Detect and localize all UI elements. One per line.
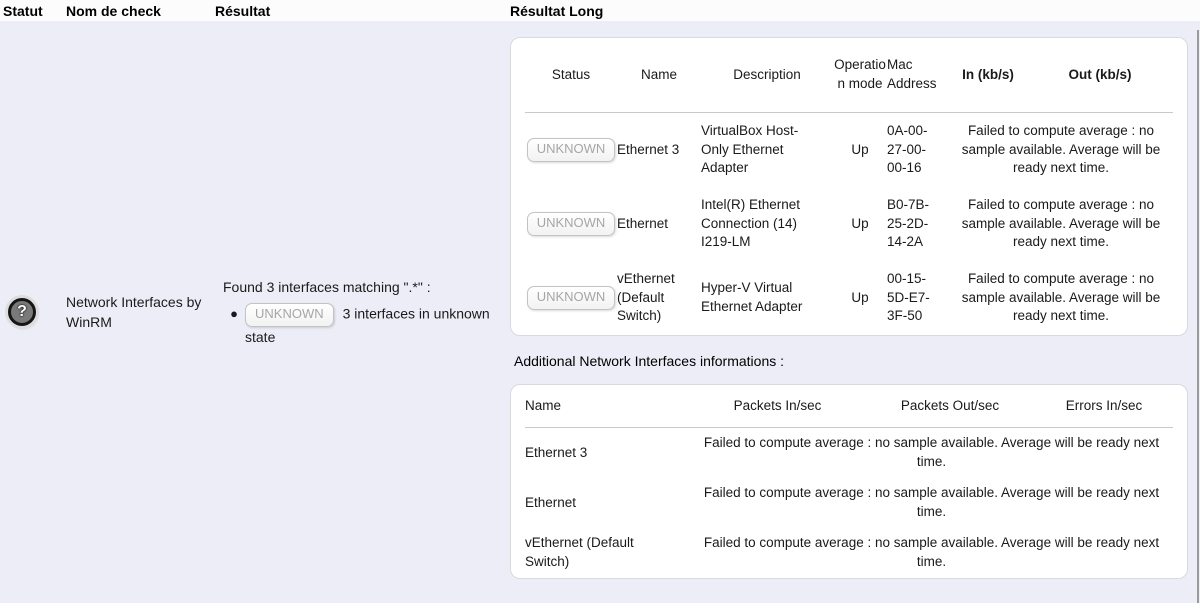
interface-name: Ethernet 3 [525, 444, 690, 463]
interfaces-card: Status Name Description Operation mode M… [510, 37, 1188, 336]
check-name-cell: Network Interfaces by WinRM [66, 21, 215, 603]
table-header-row: Statut Nom de check Résultat Résultat Lo… [0, 0, 1200, 21]
header-packets-out: Packets Out/sec [865, 397, 1035, 416]
header-errors-in: Errors In/sec [1035, 397, 1173, 416]
unknown-status-badge: UNKNOWN [245, 303, 334, 327]
statut-cell: ? [0, 21, 66, 603]
result-long-cell: Status Name Description Operation mode M… [510, 21, 1200, 603]
interface-row: UNKNOWN Ethernet 3 VirtualBox Host-Only … [525, 113, 1173, 187]
interface-name: Ethernet [525, 494, 690, 513]
status-badge: UNKNOWN [527, 286, 616, 309]
interface-name: Ethernet [617, 215, 701, 234]
interface-mac-address: 0A-00-27-00-00-16 [887, 122, 949, 179]
interface-traffic-message: Failed to compute average : no sample av… [949, 196, 1173, 253]
header-status: Status [525, 66, 617, 85]
question-mark-glyph: ? [17, 304, 27, 320]
result-summary: Found 3 interfaces matching ".*" : [223, 277, 496, 297]
header-in-kbs: In (kb/s) [949, 66, 1027, 85]
interface-name: vEthernet (Default Switch) [617, 270, 701, 327]
packets-message: Failed to compute average : no sample av… [690, 534, 1173, 572]
column-header-statut[interactable]: Statut [0, 3, 66, 19]
interface-op-mode: Up [833, 289, 887, 308]
check-row: ? Network Interfaces by WinRM Found 3 in… [0, 21, 1200, 603]
interface-mac-address: B0-7B-25-2D-14-2A [887, 196, 949, 253]
header-packets-in: Packets In/sec [690, 397, 865, 416]
interface-traffic-message: Failed to compute average : no sample av… [949, 270, 1173, 327]
additional-info-card: Name Packets In/sec Packets Out/sec Erro… [510, 384, 1188, 579]
interface-traffic-message: Failed to compute average : no sample av… [949, 122, 1173, 179]
status-badge: UNKNOWN [527, 212, 616, 235]
additional-table-header: Name Packets In/sec Packets Out/sec Erro… [525, 385, 1173, 428]
additional-row: vEthernet (Default Switch) Failed to com… [525, 528, 1173, 578]
additional-info-label: Additional Network Interfaces informatio… [514, 353, 1200, 369]
interface-mac-address: 00-15-5D-E7-3F-50 [887, 270, 949, 327]
interface-op-mode: Up [833, 215, 887, 234]
interface-description: Intel(R) Ethernet Connection (14) I219-L… [701, 196, 833, 253]
check-name[interactable]: Network Interfaces by WinRM [66, 292, 209, 333]
interface-row: UNKNOWN Ethernet Intel(R) Ethernet Conne… [525, 187, 1173, 261]
header-name: Name [525, 397, 690, 416]
header-mac-address: Mac Address [887, 56, 949, 94]
interface-description: Hyper-V Virtual Ethernet Adapter [701, 279, 833, 317]
interface-row: UNKNOWN vEthernet (Default Switch) Hyper… [525, 261, 1173, 335]
column-header-resultat[interactable]: Résultat [215, 3, 510, 19]
header-description: Description [701, 66, 833, 85]
header-name: Name [617, 66, 701, 85]
packets-message: Failed to compute average : no sample av… [690, 434, 1173, 472]
additional-row: Ethernet Failed to compute average : no … [525, 478, 1173, 528]
unknown-status-icon: ? [8, 298, 36, 326]
status-badge: UNKNOWN [527, 138, 616, 161]
column-header-resultat-long[interactable]: Résultat Long [510, 3, 1200, 19]
vertical-scrollbar[interactable] [1197, 30, 1199, 603]
bullet-icon: ●︎ [223, 303, 245, 347]
result-list-item: ●︎ UNKNOWN3 interfaces in unknown state [223, 303, 496, 347]
interface-description: VirtualBox Host-Only Ethernet Adapter [701, 122, 833, 179]
additional-row: Ethernet 3 Failed to compute average : n… [525, 428, 1173, 478]
packets-message: Failed to compute average : no sample av… [690, 484, 1173, 522]
interface-name: vEthernet (Default Switch) [525, 534, 690, 572]
header-operation-mode: Operation mode [833, 56, 887, 94]
interfaces-table-header: Status Name Description Operation mode M… [525, 38, 1173, 113]
header-out-kbs: Out (kb/s) [1027, 66, 1173, 85]
interface-name: Ethernet 3 [617, 141, 701, 160]
result-cell: Found 3 interfaces matching ".*" : ●︎ UN… [215, 21, 510, 603]
interface-op-mode: Up [833, 141, 887, 160]
column-header-nom-de-check[interactable]: Nom de check [66, 3, 215, 19]
